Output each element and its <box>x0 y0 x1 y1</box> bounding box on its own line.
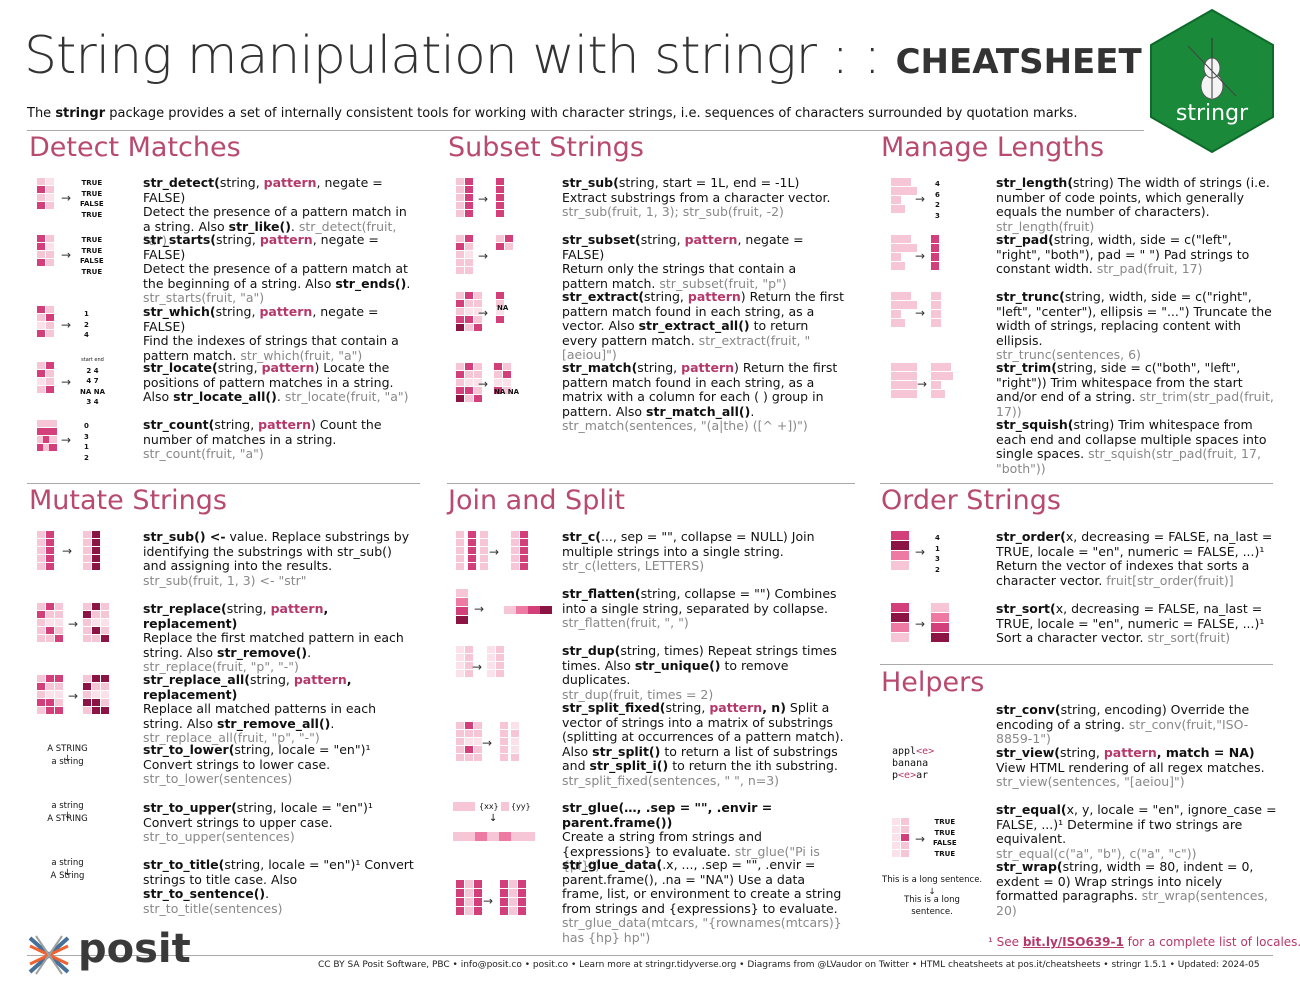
entry-str-split-fixed: str_split_fixed(string, pattern, n) Spli… <box>562 700 844 788</box>
arrow-icon: → <box>483 894 494 908</box>
entry-str-starts: str_starts(string, pattern, negate = FAL… <box>143 232 411 305</box>
arrow-icon: → <box>915 545 926 559</box>
entry-str-to-title: str_to_title(string, locale = "en")¹ Con… <box>143 857 414 916</box>
locale-footnote: ¹ See bit.ly/ISO639-1 for a complete lis… <box>988 935 1300 949</box>
entry-str-equal: str_equal(x, y, locale = "en", ignore_ca… <box>996 802 1277 861</box>
arrow-icon: → <box>472 660 483 674</box>
arrow-icon: → <box>915 249 926 263</box>
arrow-icon: → <box>61 191 72 205</box>
entry-str-replace-all: str_replace_all(string, pattern, replace… <box>143 672 377 745</box>
arrow-icon: → <box>61 318 72 332</box>
arrow-icon: → <box>62 544 73 558</box>
arrow-icon: → <box>915 832 926 846</box>
section-subset-strings: Subset Strings <box>448 132 644 163</box>
iso639-link[interactable]: bit.ly/ISO639-1 <box>1023 935 1124 949</box>
length-values: 4623 <box>935 180 940 220</box>
entry-str-wrap: str_wrap(string, width = 80, indent = 0,… <box>996 859 1268 918</box>
to-title-diagram: a string ↓ A String <box>50 858 85 881</box>
entry-str-count: str_count(string, pattern) Count the num… <box>143 417 382 461</box>
page-title: String manipulation with stringr : : CHE… <box>24 26 1142 86</box>
arrow-icon: → <box>478 249 489 263</box>
entry-str-sort: str_sort(x, decreasing = FALSE, na_last … <box>996 601 1265 645</box>
entry-str-view: str_view(string, pattern, match = NA) Vie… <box>996 745 1265 789</box>
arrow-icon: → <box>482 736 493 750</box>
count-values: 0312 <box>84 422 89 462</box>
section-manage-lengths: Manage Lengths <box>881 132 1105 163</box>
view-diagram: appl<e> banana p<e>ar <box>892 746 935 781</box>
divider <box>27 130 1144 131</box>
entry-str-sub: str_sub(string, start = 1L, end = -1L) E… <box>562 175 831 219</box>
to-lower-diagram: A STRING ↓ a string <box>47 744 88 767</box>
arrow-icon: → <box>61 375 72 389</box>
wrap-diagram: This is a long sentence. ↓ This is a long s… <box>882 875 983 917</box>
entry-str-flatten: str_flatten(string, collapse = "") Combi… <box>562 586 837 630</box>
entry-str-which: str_which(string, pattern, negate = FALS… <box>143 304 399 363</box>
entry-str-sub-assign: str_sub() <- value. Replace substrings b… <box>143 529 410 588</box>
arrow-icon: → <box>61 433 72 447</box>
divider <box>880 483 1273 484</box>
divider <box>27 955 1273 956</box>
entry-str-subset: str_subset(string, pattern, negate = FAL… <box>562 232 804 291</box>
detect-values: TRUE TRUE FALSE TRUE <box>80 179 104 219</box>
arrow-icon: → <box>915 617 926 631</box>
entry-str-to-upper: str_to_upper(string, locale = "en")¹ Conv… <box>143 800 373 844</box>
posit-logo: posit <box>26 926 191 982</box>
arrow-icon: → <box>478 377 489 391</box>
arrow-icon: → <box>474 602 485 616</box>
section-mutate-strings: Mutate Strings <box>29 485 227 516</box>
arrow-icon: → <box>478 306 489 320</box>
arrow-icon: → <box>68 617 79 631</box>
entry-str-pad: str_pad(string, width, side = c("left", … <box>996 232 1250 276</box>
section-helpers: Helpers <box>881 667 985 698</box>
arrow-icon: → <box>68 689 79 703</box>
equal-values: TRUE TRUE FALSE TRUE <box>933 818 957 858</box>
locate-values: start end 2 44 7 NA NA 3 4 <box>80 357 105 406</box>
match-na: NA NA <box>494 388 519 396</box>
arrow-icon: → <box>489 545 500 559</box>
divider <box>880 664 1273 665</box>
entry-str-to-lower: str_to_lower(string, locale = "en")¹ Conv… <box>143 742 371 786</box>
entry-str-squish: str_squish(string) Trim whitespace from … <box>996 417 1267 476</box>
arrow-icon: → <box>478 192 489 206</box>
entry-str-order: str_order(x, decreasing = FALSE, na_last… <box>996 529 1273 588</box>
which-values: 124 <box>84 310 89 339</box>
entry-str-c: str_c(..., sep = "", collapse = NULL) Jo… <box>562 529 815 573</box>
section-detect-matches: Detect Matches <box>29 132 241 163</box>
stringr-logo: stringr <box>1150 8 1274 154</box>
intro-text: The stringr package provides a set of in… <box>27 106 1078 121</box>
arrow-icon: → <box>915 192 926 206</box>
starts-values: TRUE TRUE FALSE TRUE <box>80 236 104 276</box>
entry-str-replace: str_replace(string, pattern, replacement… <box>143 601 404 674</box>
arrow-icon: → <box>917 377 928 391</box>
entry-str-conv: str_conv(string, encoding) Override the … <box>996 702 1250 746</box>
order-values: 4132 <box>935 534 940 574</box>
to-upper-diagram: a string ↓ A STRING <box>47 801 88 824</box>
divider <box>447 483 855 484</box>
footer-credits: CC BY SA Posit Software, PBC • info@posi… <box>318 960 1260 970</box>
entry-str-match: str_match(string, pattern) Return the fi… <box>562 360 838 433</box>
posit-mark-icon <box>28 935 70 975</box>
entry-str-trunc: str_trunc(string, width, side = c("right… <box>996 289 1272 362</box>
arrow-icon: → <box>61 248 72 262</box>
entry-str-trim: str_trim(string, side = c("both", "left"… <box>996 360 1274 419</box>
entry-str-locate: str_locate(string, pattern) Locate the p… <box>143 360 409 404</box>
entry-str-length: str_length(string) The width of strings … <box>996 175 1270 234</box>
section-join-split: Join and Split <box>448 485 625 516</box>
arrow-icon: → <box>915 306 926 320</box>
extract-na: NA <box>497 304 509 312</box>
svg-text:stringr: stringr <box>1176 101 1249 126</box>
section-order-strings: Order Strings <box>881 485 1061 516</box>
divider <box>27 483 420 484</box>
entry-str-extract: str_extract(string, pattern) Return the … <box>562 289 844 362</box>
entry-str-dup: str_dup(string, times) Repeat strings ti… <box>562 643 837 702</box>
entry-str-glue-data: str_glue_data(.x, ..., .sep = "", .envir… <box>562 857 842 945</box>
